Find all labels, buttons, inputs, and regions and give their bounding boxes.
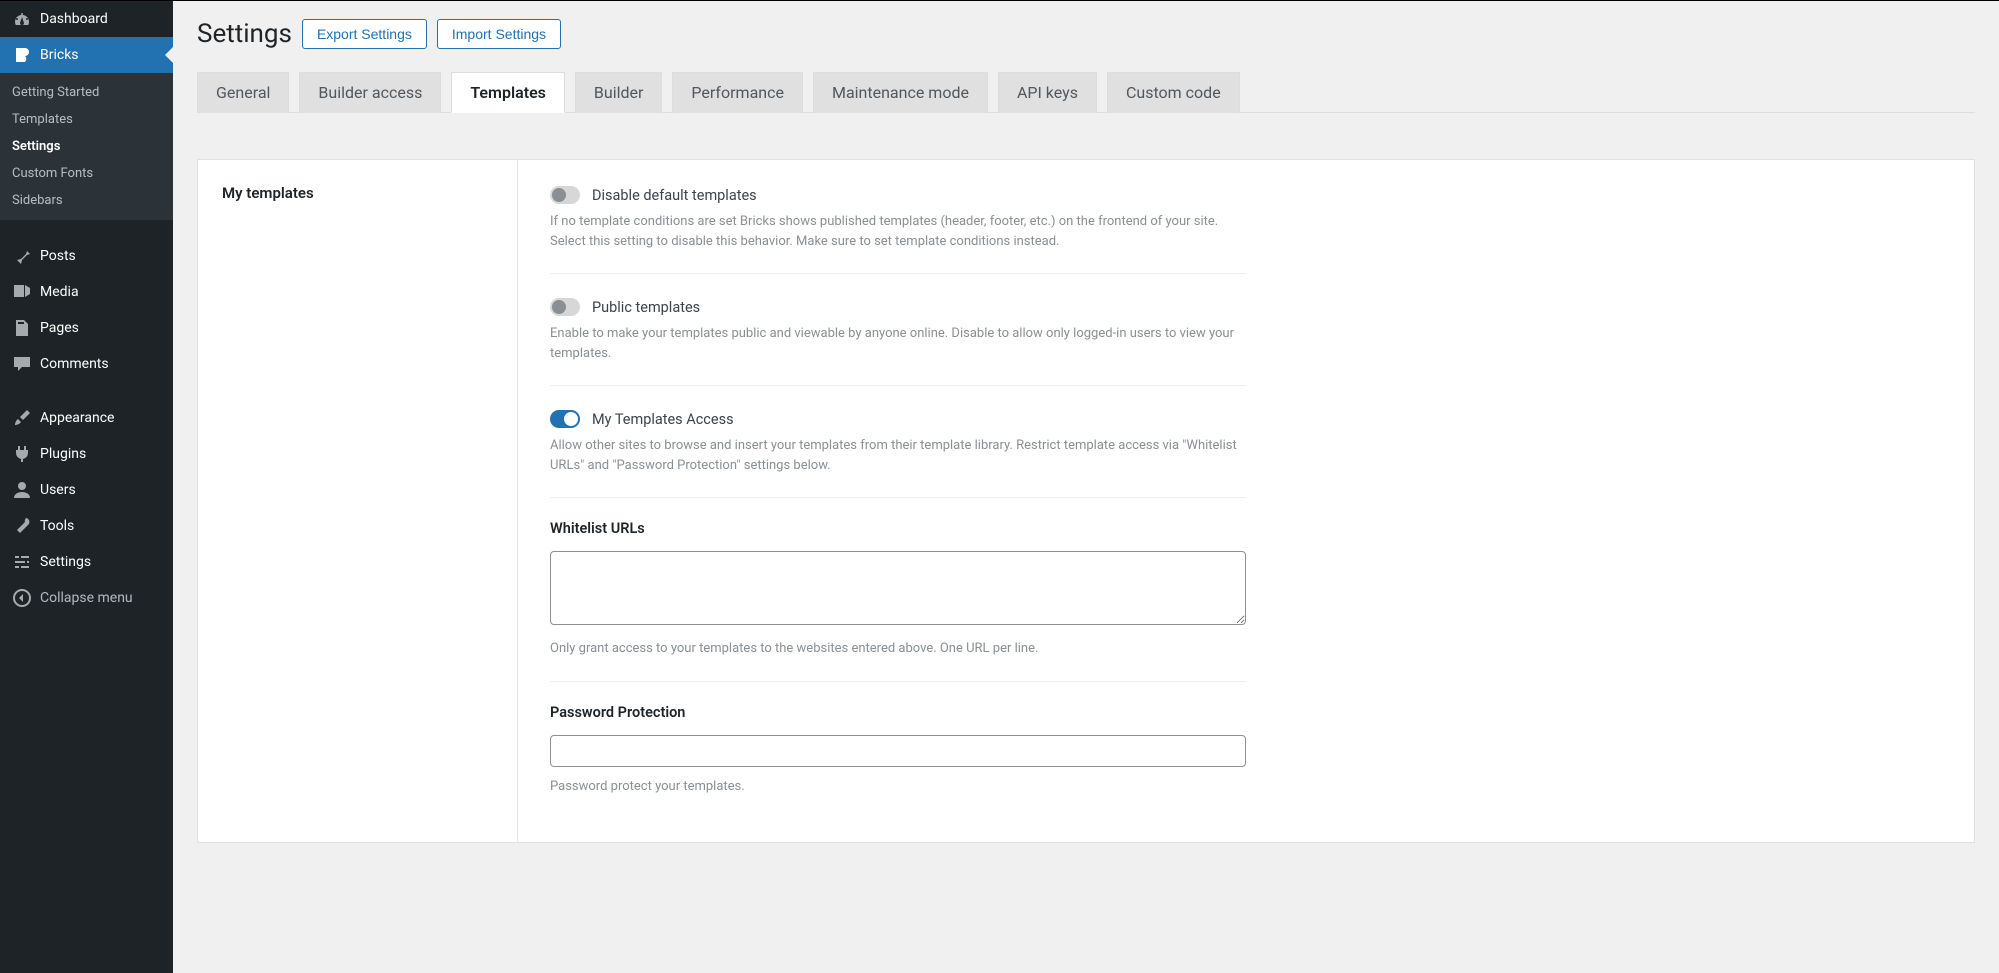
section-title: My templates: [222, 184, 493, 202]
setting-description: Enable to make your templates public and…: [550, 324, 1246, 363]
bricks-icon: [12, 45, 32, 65]
whitelist-urls-block: Whitelist URLs Only grant access to your…: [550, 520, 1246, 682]
tab-builder-access[interactable]: Builder access: [299, 72, 441, 113]
sidebar-item-label: Bricks: [40, 47, 79, 63]
sliders-icon: [12, 552, 32, 572]
sidebar-item-label: Collapse menu: [40, 590, 133, 606]
setting-public-templates: Public templates Enable to make your tem…: [550, 296, 1246, 386]
setting-my-templates-access: My Templates Access Allow other sites to…: [550, 408, 1246, 498]
sidebar-item-bricks[interactable]: Bricks: [0, 37, 173, 73]
sidebar-item-media[interactable]: Media: [0, 274, 173, 310]
submenu-item-templates[interactable]: Templates: [0, 106, 173, 133]
setting-description: If no template conditions are set Bricks…: [550, 212, 1246, 251]
setting-label: Disable default templates: [592, 187, 757, 204]
pin-icon: [12, 246, 32, 266]
tab-builder[interactable]: Builder: [575, 72, 663, 113]
field-description: Password protect your templates.: [550, 777, 1246, 797]
password-protection-input[interactable]: [550, 735, 1246, 767]
sidebar-item-label: Posts: [40, 248, 76, 264]
toggle-my-templates-access[interactable]: [550, 410, 580, 428]
sidebar-item-label: Pages: [40, 320, 79, 336]
media-icon: [12, 282, 32, 302]
plug-icon: [12, 444, 32, 464]
tab-api-keys[interactable]: API keys: [998, 72, 1097, 113]
sidebar-item-pages[interactable]: Pages: [0, 310, 173, 346]
brush-icon: [12, 408, 32, 428]
sidebar-item-users[interactable]: Users: [0, 472, 173, 508]
sidebar-item-comments[interactable]: Comments: [0, 346, 173, 382]
sidebar-item-label: Users: [40, 482, 76, 498]
field-title: Whitelist URLs: [550, 520, 1246, 537]
import-settings-button[interactable]: Import Settings: [437, 19, 561, 49]
wrench-icon: [12, 516, 32, 536]
tab-templates[interactable]: Templates: [451, 72, 565, 113]
tab-custom-code[interactable]: Custom code: [1107, 72, 1240, 113]
settings-panel: My templates Disable default templates I…: [197, 159, 1975, 843]
field-title: Password Protection: [550, 704, 1246, 721]
main-content: Settings Export Settings Import Settings…: [173, 1, 1999, 973]
toggle-disable-default[interactable]: [550, 186, 580, 204]
setting-label: My Templates Access: [592, 411, 734, 428]
sidebar-item-label: Tools: [40, 518, 74, 534]
sidebar-item-plugins[interactable]: Plugins: [0, 436, 173, 472]
tab-performance[interactable]: Performance: [672, 72, 803, 113]
dashboard-icon: [12, 9, 32, 29]
panel-body: Disable default templates If no template…: [518, 160, 1278, 842]
page-header: Settings Export Settings Import Settings: [197, 19, 1975, 49]
whitelist-urls-input[interactable]: [550, 551, 1246, 625]
password-protection-block: Password Protection Password protect you…: [550, 704, 1246, 797]
sidebar-item-label: Media: [40, 284, 79, 300]
tab-maintenance-mode[interactable]: Maintenance mode: [813, 72, 988, 113]
setting-description: Allow other sites to browse and insert y…: [550, 436, 1246, 475]
submenu-item-getting-started[interactable]: Getting Started: [0, 79, 173, 106]
submenu-item-custom-fonts[interactable]: Custom Fonts: [0, 160, 173, 187]
field-description: Only grant access to your templates to t…: [550, 639, 1246, 659]
sidebar-item-posts[interactable]: Posts: [0, 238, 173, 274]
sidebar-item-label: Settings: [40, 554, 91, 570]
setting-disable-default: Disable default templates If no template…: [550, 184, 1246, 274]
sidebar-item-tools[interactable]: Tools: [0, 508, 173, 544]
sidebar-item-settings[interactable]: Settings: [0, 544, 173, 580]
bricks-submenu: Getting Started Templates Settings Custo…: [0, 73, 173, 220]
submenu-item-sidebars[interactable]: Sidebars: [0, 187, 173, 214]
comment-icon: [12, 354, 32, 374]
export-settings-button[interactable]: Export Settings: [302, 19, 427, 49]
setting-label: Public templates: [592, 299, 700, 316]
sidebar-item-dashboard[interactable]: Dashboard: [0, 1, 173, 37]
sidebar-item-label: Dashboard: [40, 11, 108, 27]
submenu-item-settings[interactable]: Settings: [0, 133, 173, 160]
page-title: Settings: [197, 19, 292, 49]
user-icon: [12, 480, 32, 500]
sidebar-item-appearance[interactable]: Appearance: [0, 400, 173, 436]
tab-general[interactable]: General: [197, 72, 289, 113]
collapse-icon: [12, 588, 32, 608]
admin-sidebar: Dashboard Bricks Getting Started Templat…: [0, 1, 173, 973]
sidebar-item-label: Plugins: [40, 446, 86, 462]
collapse-menu[interactable]: Collapse menu: [0, 580, 173, 616]
sidebar-item-label: Appearance: [40, 410, 114, 426]
toggle-public-templates[interactable]: [550, 298, 580, 316]
panel-sidebar: My templates: [198, 160, 518, 842]
page-icon: [12, 318, 32, 338]
settings-tabs: General Builder access Templates Builder…: [197, 71, 1975, 113]
sidebar-item-label: Comments: [40, 356, 109, 372]
